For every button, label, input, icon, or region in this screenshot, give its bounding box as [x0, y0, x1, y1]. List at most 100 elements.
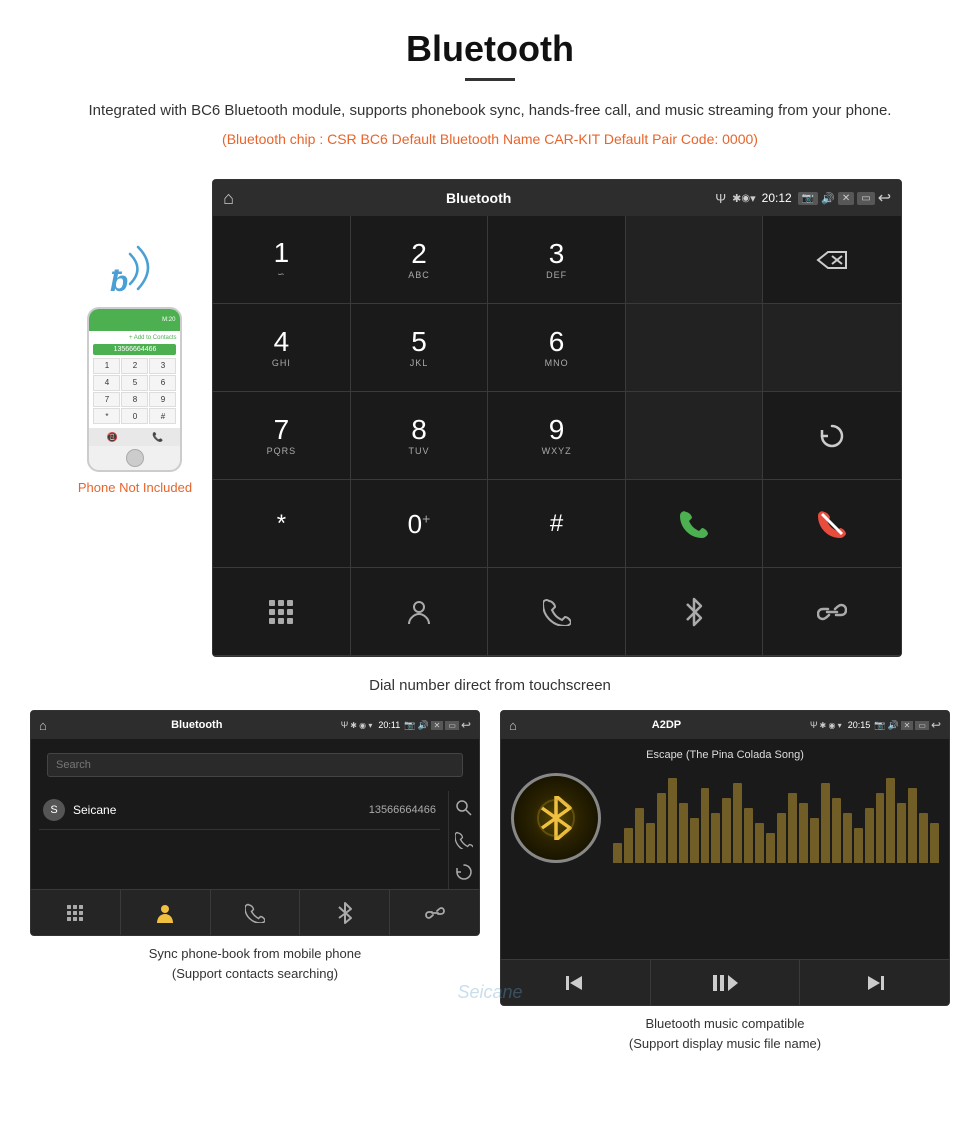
dial-key-8[interactable]: 8 TUV — [351, 392, 489, 480]
viz-bar — [690, 818, 699, 863]
pb-title: Bluetooth — [53, 719, 341, 731]
viz-bar — [930, 823, 939, 863]
dial-key-2[interactable]: 2 ABC — [351, 216, 489, 304]
pb-contact-item[interactable]: S Seicane 13566664466 — [39, 791, 440, 830]
pb-refresh-icon[interactable] — [455, 863, 473, 881]
dial-key-0[interactable]: 0+ — [351, 480, 489, 568]
pb-search-bar[interactable]: Search — [47, 753, 463, 777]
dial-empty-4 — [626, 392, 764, 480]
close-status-btn[interactable]: ✕ — [838, 192, 854, 205]
dial-key-5[interactable]: 5 JKL — [351, 304, 489, 392]
dial-backspace-btn[interactable] — [763, 216, 901, 304]
dial-end-btn[interactable] — [763, 480, 901, 568]
phone-end-btn: 📵 — [107, 432, 118, 443]
music-close-btn[interactable]: ✕ — [901, 721, 914, 730]
phone-key-5: 5 — [121, 375, 148, 391]
dial-key-6[interactable]: 6 MNO — [488, 304, 626, 392]
phone-call-btn: 📞 — [152, 432, 163, 443]
pb-nav-phone[interactable] — [211, 890, 301, 935]
status-time: 20:12 — [762, 191, 792, 205]
dial-star-sym: * — [277, 510, 286, 538]
album-art — [511, 773, 601, 863]
dial-key-3[interactable]: 3 DEF — [488, 216, 626, 304]
signal-arcs-svg — [120, 239, 160, 294]
bluetooth-signal-icon: ƀ — [110, 239, 160, 299]
pb-nav-dialpad[interactable] — [31, 890, 121, 935]
music-title: A2DP — [523, 719, 810, 731]
music-prev-btn[interactable] — [501, 960, 651, 1005]
dial-sub-7: PQRS — [267, 446, 297, 456]
back-icon[interactable]: ↩ — [878, 188, 891, 208]
pb-close-btn[interactable]: ✕ — [431, 721, 444, 730]
phone-key-0: 0 — [121, 408, 148, 424]
usb-icon: Ψ — [715, 191, 726, 206]
phone-key-star: * — [93, 408, 120, 424]
phone-key-9: 9 — [149, 392, 176, 408]
dial-key-7[interactable]: 7 PQRS — [213, 392, 351, 480]
phone-icon — [543, 598, 571, 626]
dial-sub-6: MNO — [545, 358, 569, 368]
pb-nav-link[interactable] — [390, 890, 479, 935]
dial-key-star[interactable]: * — [213, 480, 351, 568]
viz-bar — [657, 793, 666, 863]
dialpad-grid: 1 ∽ 2 ABC 3 DEF — [213, 216, 901, 656]
pb-search-icon[interactable] — [455, 799, 473, 817]
viz-bar — [635, 808, 644, 863]
phone-top-bar: M:20 — [89, 309, 180, 331]
page-header: Bluetooth Integrated with BC6 Bluetooth … — [0, 0, 980, 179]
pb-nav-bt[interactable] — [300, 890, 390, 935]
nav-bluetooth-btn[interactable] — [626, 568, 764, 656]
pb-phone-icon[interactable] — [455, 831, 473, 849]
pb-bt-nav-icon — [337, 902, 353, 924]
dial-key-9[interactable]: 9 WXYZ — [488, 392, 626, 480]
music-caption-line2: (Support display music file name) — [629, 1036, 821, 1051]
phone-screen: + Add to Contacts 13566664466 1 2 3 4 5 … — [89, 331, 180, 428]
dial-call-btn[interactable] — [626, 480, 764, 568]
nav-contacts-btn[interactable] — [351, 568, 489, 656]
viz-bar — [843, 813, 852, 863]
pb-link-nav-icon — [425, 903, 445, 923]
music-cam-icon: 📷 — [874, 720, 885, 731]
refresh-icon — [817, 421, 847, 451]
phone-container: ƀ M:20 + Add to Contacts 13566664466 1 2 — [78, 239, 192, 495]
phone-not-included-label: Phone Not Included — [78, 480, 192, 495]
pb-nav-person[interactable] — [121, 890, 211, 935]
home-icon[interactable]: ⌂ — [223, 188, 234, 209]
dial-refresh-btn[interactable] — [763, 392, 901, 480]
music-back-icon[interactable]: ↩ — [931, 718, 941, 732]
dial-num-8: 8 — [411, 416, 427, 444]
music-home-icon[interactable]: ⌂ — [509, 718, 517, 733]
viz-bar — [919, 813, 928, 863]
dial-sub-4: GHI — [272, 358, 291, 368]
nav-dialpad-btn[interactable] — [213, 568, 351, 656]
viz-bar — [733, 783, 742, 863]
dial-key-4[interactable]: 4 GHI — [213, 304, 351, 392]
pb-back-icon[interactable]: ↩ — [461, 718, 471, 732]
music-visualizer — [613, 773, 939, 863]
viz-bar — [810, 818, 819, 863]
viz-bar — [744, 808, 753, 863]
viz-bar — [865, 808, 874, 863]
nav-link-btn[interactable] — [763, 568, 901, 656]
music-time: 20:15 — [848, 720, 871, 730]
pb-bt-icon: ✱ ◉ ▾ — [350, 721, 372, 730]
pb-home-icon[interactable]: ⌂ — [39, 718, 47, 733]
contact-number: 13566664466 — [369, 804, 436, 816]
pb-cam-icon: 📷 — [404, 720, 415, 731]
music-play-pause-btn[interactable] — [651, 960, 801, 1005]
music-device: ⌂ A2DP Ψ ✱ ◉ ▾ 20:15 📷 🔊 ✕ ▭ ↩ Escape (T… — [500, 710, 950, 1006]
page-title: Bluetooth — [60, 28, 920, 70]
pb-right-icons — [448, 791, 479, 889]
dial-key-1[interactable]: 1 ∽ — [213, 216, 351, 304]
vol-status-icon: 🔊 — [821, 192, 835, 205]
dial-key-hash[interactable]: # — [488, 480, 626, 568]
phone-keypad: 1 2 3 4 5 6 7 8 9 * 0 # — [93, 358, 176, 424]
prev-icon — [564, 972, 586, 994]
phone-key-7: 7 — [93, 392, 120, 408]
music-screen-wrap: ⌂ A2DP Ψ ✱ ◉ ▾ 20:15 📷 🔊 ✕ ▭ ↩ Escape (T… — [500, 710, 950, 1053]
music-next-btn[interactable] — [800, 960, 949, 1005]
dial-num-1: 1 — [274, 239, 290, 267]
pb-content: S Seicane 13566664466 — [31, 791, 479, 889]
main-device-screen: ⌂ Bluetooth Ψ ✱ ◉ ▾ 20:12 📷 🔊 ✕ ▭ ↩ — [212, 179, 902, 657]
nav-phone-btn[interactable] — [488, 568, 626, 656]
